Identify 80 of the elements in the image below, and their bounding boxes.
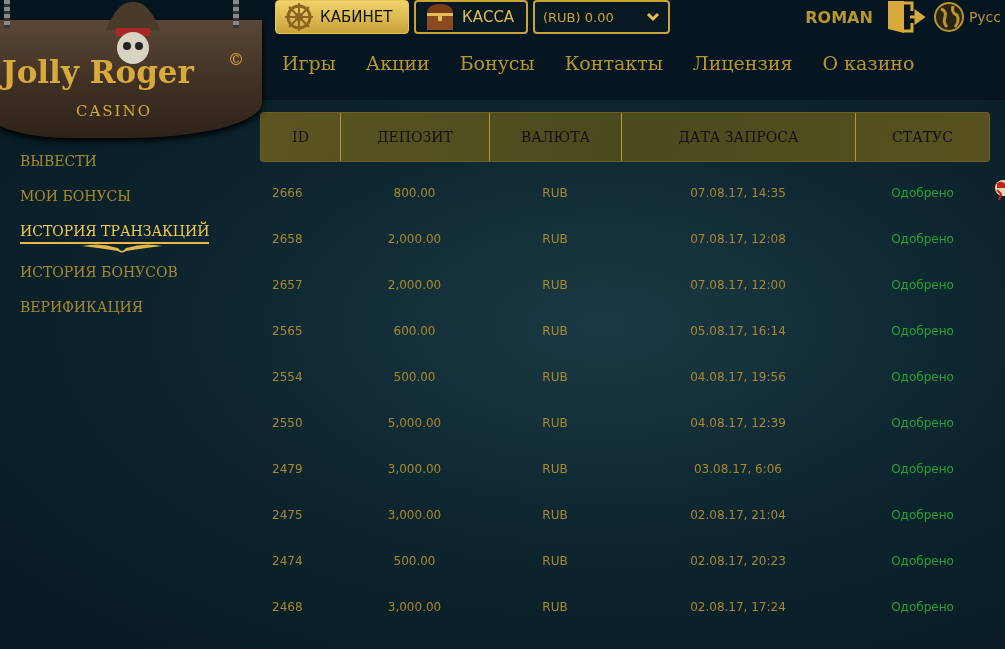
table-cell-text: 600.00 — [392, 324, 437, 338]
table-cell-text: 3,000.00 — [386, 600, 443, 614]
column-header: ID — [261, 113, 341, 161]
logo-subtitle: CASINO — [76, 102, 152, 120]
table-cell-text: 02.08.17, 20:23 — [689, 554, 787, 568]
table-cell-text: 07.08.17, 12:08 — [689, 232, 787, 246]
table-cell-text: RUB — [541, 554, 569, 568]
chain-icon — [233, 0, 239, 28]
table-cell-text: 04.08.17, 12:39 — [689, 416, 787, 430]
table-cell-text: 500.00 — [392, 554, 437, 568]
table-cell-text: 800.00 — [392, 186, 437, 200]
status-text: Одобрено — [890, 416, 955, 430]
table-cell-text: 500.00 — [392, 370, 437, 384]
balance-dropdown[interactable]: (RUB) 0.00 — [533, 0, 670, 34]
status-text: Одобрено — [890, 278, 955, 292]
nav-link[interactable]: О казино — [822, 52, 915, 98]
table-cell-text: 04.08.17, 19:56 — [689, 370, 787, 384]
sidebar-item[interactable]: МОИ БОНУСЫ — [20, 186, 132, 207]
table-cell-text: 07.08.17, 14:35 — [689, 186, 787, 200]
chain-icon — [4, 0, 10, 28]
nav-link[interactable]: Лицензия — [692, 52, 793, 98]
status-text: Одобрено — [890, 462, 955, 476]
globe-icon — [932, 1, 965, 33]
table-cell-text: 2479 — [271, 462, 304, 476]
table-cell-text: 3,000.00 — [386, 508, 443, 522]
table-cell-text: 2666 — [271, 186, 304, 200]
treasure-chest-icon — [424, 2, 456, 32]
status-text: Одобрено — [890, 600, 955, 614]
table-cell-text: 2475 — [271, 508, 304, 522]
status-text: Одобрено — [890, 508, 955, 522]
table-cell-text: 5,000.00 — [386, 416, 443, 430]
sidebar-item[interactable]: ВЫВЕСТИ — [20, 151, 97, 172]
table-cell-text: RUB — [541, 600, 569, 614]
table-cell-text: 02.08.17, 21:04 — [689, 508, 787, 522]
username[interactable]: ROMAN — [805, 7, 873, 27]
table-cell-text: 07.08.17, 12:00 — [689, 278, 787, 292]
column-header: ВАЛЮТА — [490, 113, 622, 161]
table-cell-text: 2657 — [271, 278, 304, 292]
status-text: Одобрено — [890, 370, 955, 384]
logo-title: Jolly Roger — [2, 54, 194, 90]
status-text: Одобрено — [890, 232, 955, 246]
column-header: СТАТУС — [891, 128, 954, 147]
nav-link[interactable]: Контакты — [564, 52, 663, 98]
table-cell-text: RUB — [541, 324, 569, 338]
language-selector[interactable]: Русс — [932, 1, 1001, 33]
table-cell-text: RUB — [541, 416, 569, 430]
table-cell-text: RUB — [541, 508, 569, 522]
nav-link[interactable]: Акции — [365, 52, 430, 98]
column-header: ДЕПОЗИТ — [341, 113, 490, 161]
nav-link[interactable]: Бонусы — [459, 52, 535, 98]
table-cell-text: 2550 — [271, 416, 304, 430]
table-cell-text: 05.08.17, 16:14 — [689, 324, 787, 338]
status-text: Одобрено — [890, 324, 955, 338]
table-cell-text: 2658 — [271, 232, 304, 246]
table-cell-text: RUB — [541, 232, 569, 246]
table-cell-text: 02.08.17, 17:24 — [689, 600, 787, 614]
table-cell-text: 2554 — [271, 370, 304, 384]
table-cell-text: RUB — [541, 186, 569, 200]
cashier-button[interactable]: КАССА — [414, 0, 528, 34]
logout-icon[interactable] — [885, 0, 928, 35]
table-cell-text: 2565 — [271, 324, 304, 338]
ship-wheel-icon — [284, 2, 314, 32]
table-cell-text: RUB — [541, 278, 569, 292]
table-cell-text: RUB — [541, 462, 569, 476]
nav-link[interactable]: Игры — [282, 52, 336, 98]
status-text: Одобрено — [890, 186, 955, 200]
copyright-mark: © — [228, 50, 244, 69]
chevron-down-icon — [646, 12, 660, 22]
cabinet-button[interactable]: КАБИНЕТ — [275, 0, 409, 34]
status-text: Одобрено — [890, 554, 955, 568]
table-cell-text: 3,000.00 — [386, 462, 443, 476]
table-cell-text: 2474 — [271, 554, 304, 568]
sidebar-item[interactable]: ВЕРИФИКАЦИЯ — [20, 297, 144, 318]
table-cell-text: 2468 — [271, 600, 304, 614]
table-cell-text: 03.08.17, 6:06 — [693, 462, 783, 476]
table-cell-text: 2,000.00 — [386, 232, 443, 246]
table-cell-text: 2,000.00 — [386, 278, 443, 292]
column-header: ДАТА ЗАПРОСА — [622, 113, 856, 161]
sidebar-item[interactable]: ИСТОРИЯ БОНУСОВ — [20, 262, 178, 283]
table-cell-text: RUB — [541, 370, 569, 384]
